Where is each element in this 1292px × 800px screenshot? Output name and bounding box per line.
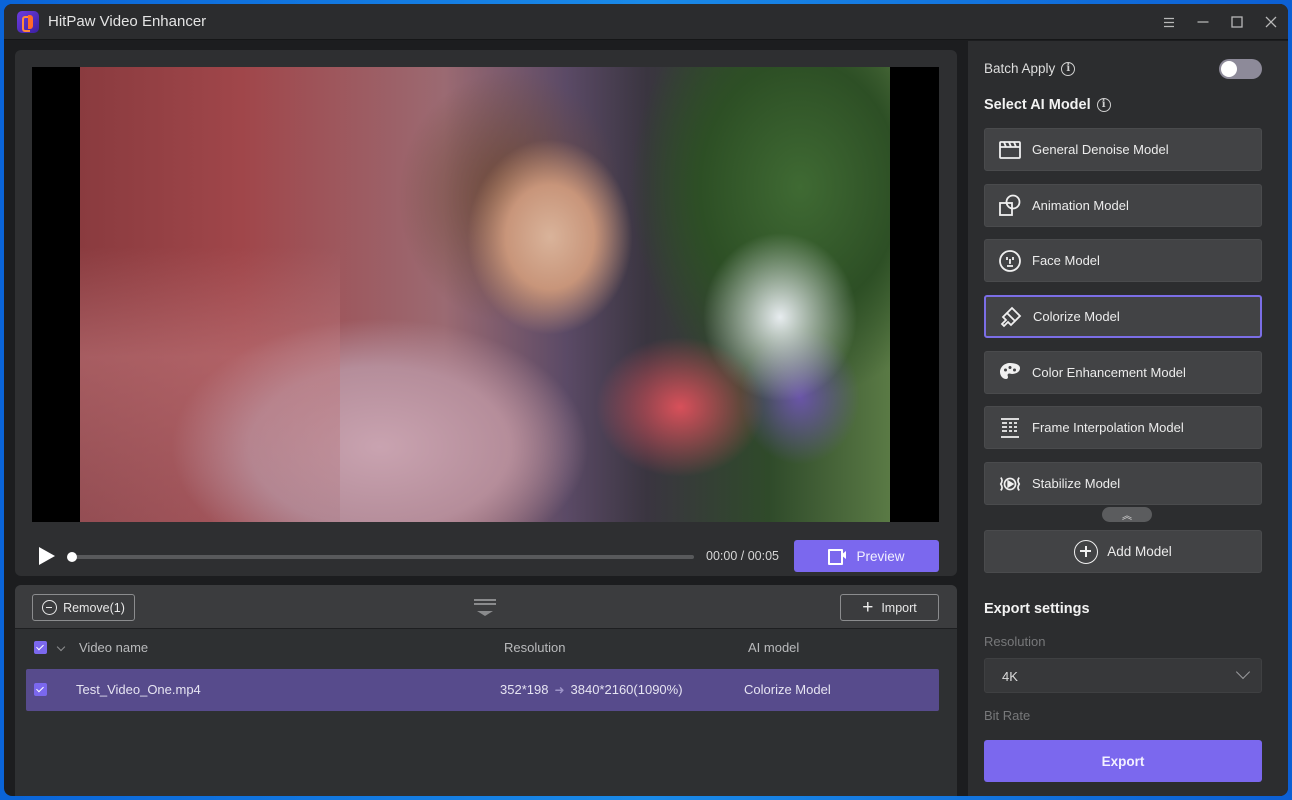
add-model-button[interactable]: Add Model [984, 530, 1262, 573]
model-label: Animation Model [1032, 198, 1129, 213]
remove-label: Remove(1) [63, 601, 125, 615]
minus-circle-icon [42, 600, 57, 615]
title-bar: HitPaw Video Enhancer [4, 4, 1288, 40]
select-model-title-text: Select AI Model [984, 97, 1091, 113]
remove-button[interactable]: Remove(1) [32, 594, 135, 621]
batch-apply-label: Batch Apply [984, 61, 1055, 76]
progress-knob[interactable] [67, 552, 77, 562]
collapse-models-button[interactable]: ︽ [1102, 507, 1152, 522]
play-button[interactable] [36, 546, 56, 566]
model-color-enhancement-button[interactable]: Color Enhancement Model [984, 351, 1262, 394]
resolution-value: 4K [1002, 669, 1018, 684]
player-controls: 00:00 / 00:05 Preview [32, 538, 939, 572]
plus-circle-icon [1074, 540, 1098, 564]
chevron-down-icon [1236, 665, 1250, 679]
model-label: Face Model [1032, 253, 1100, 268]
import-button[interactable]: + Import [840, 594, 939, 621]
table-header: Video name Resolution AI model [15, 629, 957, 667]
handle-line [474, 603, 496, 605]
handle-line [474, 599, 496, 601]
select-all-checkbox[interactable] [34, 641, 47, 654]
video-camera-icon [828, 549, 846, 563]
export-settings-title: Export settings [984, 601, 1090, 617]
face-icon [998, 249, 1022, 273]
plus-icon: + [862, 598, 873, 617]
frames-icon [998, 416, 1022, 440]
select-model-title: Select AI Model i [984, 97, 1111, 113]
minimize-icon [1197, 16, 1209, 28]
model-general-denoise-button[interactable]: General Denoise Model [984, 128, 1262, 171]
bitrate-label: Bit Rate [984, 708, 1030, 723]
shapes-icon [998, 194, 1022, 218]
clapperboard-icon [998, 138, 1022, 162]
menu-button[interactable] [1152, 4, 1186, 40]
model-label: Frame Interpolation Model [1032, 420, 1184, 435]
app-logo-icon [17, 11, 39, 33]
double-chevron-up-icon: ︽ [1122, 507, 1132, 522]
stabilize-icon [998, 472, 1022, 496]
list-toolbar: Remove(1) + Import [15, 585, 957, 629]
model-frame-interpolation-button[interactable]: Frame Interpolation Model [984, 406, 1262, 449]
row-checkbox[interactable] [34, 683, 47, 696]
time-readout: 00:00 / 00:05 [706, 549, 779, 563]
model-label: General Denoise Model [1032, 142, 1169, 157]
video-frame-image [80, 67, 890, 522]
ai-model-cell: Colorize Model [744, 669, 831, 711]
settings-sidebar: Batch Apply i Select AI Model i General … [968, 41, 1288, 796]
column-header-ai-model[interactable]: AI model [748, 629, 799, 667]
resolution-cell: 352*198 ➜ 3840*2160(1090%) [500, 669, 683, 711]
app-title: HitPaw Video Enhancer [48, 13, 206, 30]
progress-slider[interactable] [72, 555, 694, 559]
preview-label: Preview [856, 549, 904, 564]
batch-apply-row: Batch Apply i [984, 61, 1075, 76]
import-label: Import [881, 601, 916, 615]
export-label: Export [1102, 754, 1145, 769]
arrow-right-icon: ➜ [554, 683, 564, 697]
resolution-label: Resolution [984, 634, 1045, 649]
close-icon [1265, 16, 1277, 28]
target-resolution: 3840*2160(1090%) [571, 682, 683, 697]
info-icon[interactable]: i [1097, 98, 1111, 112]
model-face-button[interactable]: Face Model [984, 239, 1262, 282]
model-animation-button[interactable]: Animation Model [984, 184, 1262, 227]
video-viewport[interactable] [32, 67, 939, 522]
app-window: HitPaw Video Enhancer [4, 4, 1288, 796]
close-button[interactable] [1254, 4, 1288, 40]
maximize-button[interactable] [1220, 4, 1254, 40]
toggle-knob [1221, 61, 1237, 77]
model-label: Colorize Model [1033, 309, 1120, 324]
model-label: Stabilize Model [1032, 476, 1120, 491]
video-list-panel: Remove(1) + Import Video name Resolution… [15, 585, 957, 796]
model-colorize-button[interactable]: Colorize Model [984, 295, 1262, 338]
batch-apply-toggle[interactable] [1219, 59, 1262, 79]
window-controls [1152, 4, 1288, 40]
table-row[interactable]: Test_Video_One.mp4 352*198 ➜ 3840*2160(109… [26, 669, 939, 711]
source-resolution: 352*198 [500, 682, 548, 697]
export-button[interactable]: Export [984, 740, 1262, 782]
maximize-icon [1231, 16, 1243, 28]
column-header-video-name[interactable]: Video name [79, 629, 148, 667]
preview-panel: 00:00 / 00:05 Preview [15, 50, 957, 576]
menu-icon [1163, 17, 1175, 28]
column-header-resolution[interactable]: Resolution [504, 629, 565, 667]
resolution-select[interactable]: 4K [984, 658, 1262, 693]
preview-button[interactable]: Preview [794, 540, 939, 572]
palette-icon [998, 361, 1022, 385]
panel-resize-handle[interactable] [474, 599, 496, 617]
video-name-cell: Test_Video_One.mp4 [76, 669, 201, 711]
model-label: Color Enhancement Model [1032, 365, 1186, 380]
model-stabilize-button[interactable]: Stabilize Model [984, 462, 1262, 505]
minimize-button[interactable] [1186, 4, 1220, 40]
add-model-label: Add Model [1107, 544, 1172, 559]
paint-brush-icon [999, 305, 1023, 329]
info-icon[interactable]: i [1061, 62, 1075, 76]
chevron-down-icon[interactable] [57, 643, 65, 651]
